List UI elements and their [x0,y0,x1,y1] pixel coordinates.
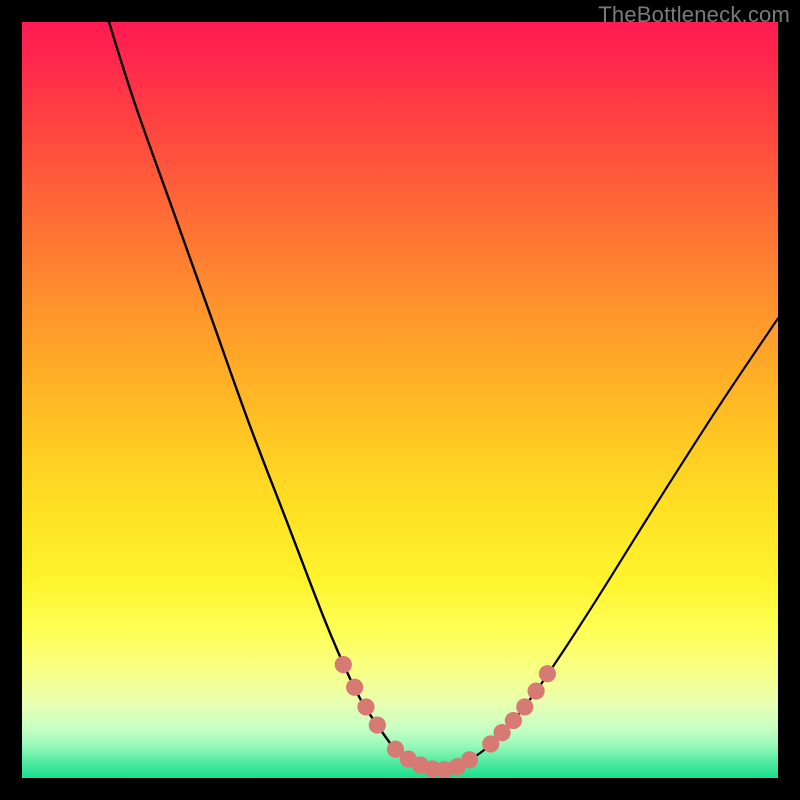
curve-marker [505,712,522,729]
curve-marker [335,656,352,673]
curve-marker [527,682,544,699]
curve-marker [346,679,363,696]
curve-right-branch [438,318,778,770]
curve-marker [357,698,374,715]
curve-marker [461,751,478,768]
marker-group [335,656,556,778]
chart-frame: TheBottleneck.com [0,0,800,800]
curve-marker [516,698,533,715]
watermark-text: TheBottleneck.com [598,2,790,28]
curve-marker [539,665,556,682]
chart-svg [22,22,778,778]
plot-area [22,22,778,778]
curve-marker [369,716,386,733]
curve-left-branch [109,22,438,770]
